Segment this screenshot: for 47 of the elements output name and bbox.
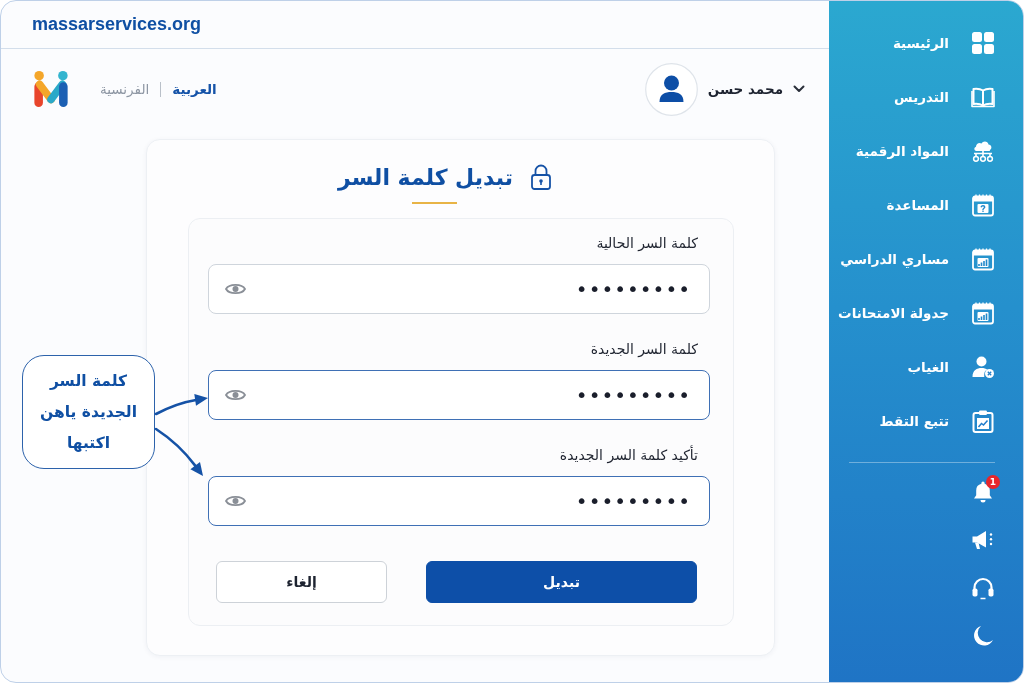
- headset-icon[interactable]: [971, 576, 995, 600]
- book-icon[interactable]: [971, 85, 995, 109]
- megaphone-icon[interactable]: [971, 528, 995, 552]
- password-field[interactable]: •••••••••: [208, 264, 710, 314]
- nav-item[interactable]: الغياب: [907, 340, 995, 394]
- password-field[interactable]: •••••••••: [208, 370, 710, 420]
- arrow: [154, 394, 208, 416]
- user-menu-button[interactable]: محمد حسن: [644, 62, 805, 116]
- callout-note: كلمة السر الجديدة ياهن اكتبها: [22, 355, 155, 469]
- calendar-chart-icon[interactable]: [971, 247, 995, 271]
- nav-item[interactable]: التدريس: [894, 70, 995, 124]
- language-link[interactable]: العربية: [172, 81, 217, 97]
- nav-item[interactable]: المواد الرقمية: [855, 124, 995, 178]
- language-link[interactable]: الفرنسية: [100, 81, 150, 97]
- field-label: كلمة السر الجديدة: [589, 340, 699, 359]
- masked-password-text: •••••••••: [575, 385, 691, 405]
- submit-button[interactable]: تبديل: [426, 561, 697, 603]
- moon-icon[interactable]: [971, 624, 995, 648]
- chevron-down-icon[interactable]: [793, 83, 805, 95]
- calendar-chart-icon[interactable]: [971, 301, 995, 325]
- nav-item[interactable]: جدولة الامتحانات: [838, 286, 995, 340]
- nav-item[interactable]: مساري الدراسي: [840, 232, 995, 286]
- nav-item[interactable]: الرئيسية: [892, 16, 995, 70]
- avatar-icon[interactable]: [644, 62, 698, 116]
- cancel-button[interactable]: إلغاء: [216, 561, 387, 603]
- calendar-question-icon[interactable]: [971, 193, 995, 217]
- nav-item[interactable]: المساعدة: [886, 178, 995, 232]
- logo-icon: [32, 70, 70, 108]
- masked-password-text: •••••••••: [575, 279, 691, 299]
- eye-icon[interactable]: [225, 494, 246, 508]
- bell-icon[interactable]: [971, 480, 995, 504]
- eye-icon[interactable]: [225, 388, 246, 402]
- grid-icon[interactable]: [971, 31, 995, 55]
- nav-item[interactable]: تتبع التقط: [879, 394, 995, 448]
- clipboard-chart-icon[interactable]: [971, 409, 995, 433]
- password-field[interactable]: •••••••••: [208, 476, 710, 526]
- site-domain-text: massarservices.org: [32, 14, 202, 35]
- field-label: كلمة السر الحالية: [595, 234, 699, 253]
- field-label: تأكيد كلمة السر الجديدة: [558, 445, 699, 465]
- arrow: [154, 427, 203, 476]
- page-title: تبديل كلمة السر: [338, 164, 513, 190]
- notification-count-badge: 1: [986, 475, 1000, 489]
- user-x-icon[interactable]: [971, 355, 995, 379]
- masked-password-text: •••••••••: [575, 491, 691, 511]
- eye-icon[interactable]: [225, 282, 246, 296]
- cloud-nodes-icon[interactable]: [971, 139, 995, 163]
- lock-icon: [530, 164, 551, 190]
